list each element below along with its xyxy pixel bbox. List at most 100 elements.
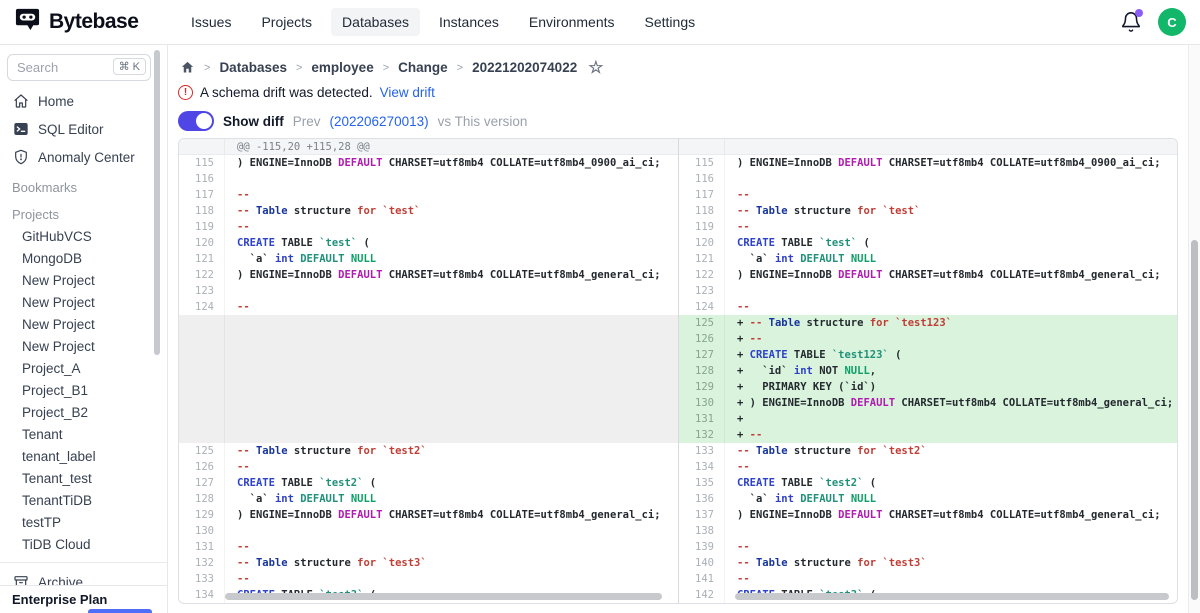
diff-left-hscrollbar[interactable]	[225, 593, 662, 600]
project-item[interactable]: New Project	[0, 291, 167, 313]
code-line: CREATE TABLE `test` (	[225, 235, 370, 251]
drift-message: A schema drift was detected.	[200, 85, 373, 100]
code-line: ) ENGINE=InnoDB DEFAULT CHARSET=utf8mb4 …	[225, 267, 661, 283]
diff-row: 139--	[679, 539, 1177, 555]
code-line: CREATE TABLE `test2` (	[225, 475, 376, 491]
diff-row: 122) ENGINE=InnoDB DEFAULT CHARSET=utf8m…	[679, 267, 1177, 283]
line-number: 121	[679, 251, 725, 267]
project-item[interactable]: GitHubVCS	[0, 225, 167, 247]
sidebar-scrollbar[interactable]	[154, 50, 160, 355]
diff-row: 116	[179, 171, 678, 187]
code-line	[225, 315, 237, 331]
code-line: -- Table structure for `test2`	[225, 443, 427, 459]
breadcrumb-item[interactable]: employee	[311, 60, 373, 75]
line-number: 115	[179, 155, 225, 171]
sidebar-item-sql-editor[interactable]: SQL Editor	[0, 115, 167, 143]
project-item[interactable]: New Project	[0, 269, 167, 291]
code-line: `a` int DEFAULT NULL	[725, 491, 876, 507]
project-item[interactable]: TenantTiDB	[0, 489, 167, 511]
diff-row: 117--	[679, 187, 1177, 203]
diff-pane-right[interactable]: 115) ENGINE=InnoDB DEFAULT CHARSET=utf8m…	[678, 139, 1177, 603]
search-box[interactable]: ⌘ K	[7, 54, 151, 81]
star-icon[interactable]: ☆	[588, 59, 603, 76]
code-line: ) ENGINE=InnoDB DEFAULT CHARSET=utf8mb4 …	[225, 507, 661, 523]
project-item[interactable]: TiDB Cloud	[0, 533, 167, 555]
diff-row: 119--	[679, 219, 1177, 235]
diff-row: 115) ENGINE=InnoDB DEFAULT CHARSET=utf8m…	[679, 155, 1177, 171]
nav-item-settings[interactable]: Settings	[634, 8, 707, 36]
code-line	[225, 171, 237, 187]
project-item[interactable]: Tenant_test	[0, 467, 167, 489]
breadcrumb-item[interactable]: Change	[398, 60, 448, 75]
code-line: ) ENGINE=InnoDB DEFAULT CHARSET=utf8mb4 …	[725, 155, 1161, 171]
diff-row: 122) ENGINE=InnoDB DEFAULT CHARSET=utf8m…	[179, 267, 678, 283]
diff-row: 126--	[179, 459, 678, 475]
diff-row: 123	[179, 283, 678, 299]
line-number: 123	[179, 283, 225, 299]
diff-pane-left[interactable]: @@ -115,20 +115,28 @@115) ENGINE=InnoDB …	[179, 139, 678, 603]
diff-row: 134--	[679, 459, 1177, 475]
terminal-icon	[12, 121, 29, 138]
project-item[interactable]: testTP	[0, 511, 167, 533]
code-line	[225, 363, 237, 379]
nav-item-environments[interactable]: Environments	[518, 8, 626, 36]
line-number: 118	[179, 203, 225, 219]
line-number: 116	[679, 171, 725, 187]
breadcrumb-separator: >	[204, 62, 210, 74]
show-diff-toggle[interactable]	[178, 111, 214, 131]
project-item[interactable]: Project_A	[0, 357, 167, 379]
page-scrollbar[interactable]	[1188, 45, 1200, 613]
project-item[interactable]: tenant_label	[0, 445, 167, 467]
nav-item-projects[interactable]: Projects	[250, 8, 323, 36]
project-item[interactable]: New Project	[0, 313, 167, 335]
project-item[interactable]: Tenant	[0, 423, 167, 445]
code-line: + --	[725, 331, 762, 347]
breadcrumb-item[interactable]: 20221202074022	[472, 60, 577, 75]
avatar[interactable]: C	[1158, 8, 1186, 36]
line-number: 115	[679, 155, 725, 171]
line-number: 120	[179, 235, 225, 251]
code-line: CREATE TABLE `test` (	[725, 235, 870, 251]
view-drift-link[interactable]: View drift	[380, 85, 435, 100]
project-item[interactable]: MongoDB	[0, 247, 167, 269]
diff-row: 121 `a` int DEFAULT NULL	[679, 251, 1177, 267]
nav-item-issues[interactable]: Issues	[180, 8, 242, 36]
search-input[interactable]	[17, 60, 103, 75]
nav-item-databases[interactable]: Databases	[331, 8, 420, 36]
sidebar-item-anomaly-center[interactable]: Anomaly Center	[0, 143, 167, 171]
line-number: 132	[679, 427, 725, 443]
bookmarks-section-label: Bookmarks	[0, 171, 167, 198]
diff-row	[179, 395, 678, 411]
project-item[interactable]: Project_B1	[0, 379, 167, 401]
code-line: +	[725, 411, 743, 427]
line-number: 117	[179, 187, 225, 203]
code-line: -- Table structure for `test2`	[725, 443, 927, 459]
diff-row: 133-- Table structure for `test2`	[679, 443, 1177, 459]
line-number	[179, 347, 225, 363]
breadcrumb-item[interactable]: Databases	[219, 60, 287, 75]
home-icon[interactable]	[180, 60, 195, 75]
line-number: 130	[679, 395, 725, 411]
prev-version-link[interactable]: (202206270013)	[330, 114, 429, 129]
diff-right-hscrollbar[interactable]	[735, 593, 1169, 600]
plan-upgrade-sliver[interactable]	[88, 609, 152, 613]
page-scrollbar-thumb[interactable]	[1191, 240, 1198, 600]
project-item[interactable]: New Project	[0, 335, 167, 357]
project-item[interactable]: Project_B2	[0, 401, 167, 423]
code-line: `a` int DEFAULT NULL	[725, 251, 876, 267]
code-line: -- Table structure for `test`	[725, 203, 920, 219]
shield-icon	[12, 149, 29, 166]
line-number	[179, 427, 225, 443]
line-number: 118	[679, 203, 725, 219]
diff-row: 130	[179, 523, 678, 539]
diff-row	[179, 331, 678, 347]
nav-item-instances[interactable]: Instances	[428, 8, 510, 36]
sidebar-item-home[interactable]: Home	[0, 87, 167, 115]
show-diff-label: Show diff	[223, 114, 284, 129]
diff-row: 125+ -- Table structure for `test123`	[679, 315, 1177, 331]
brand[interactable]: Bytebase	[14, 6, 180, 38]
notifications-button[interactable]	[1120, 11, 1142, 33]
diff-row: 132+ --	[679, 427, 1177, 443]
nav-menu: Issues Projects Databases Instances Environm…	[180, 8, 706, 36]
diff-row	[679, 139, 1177, 155]
